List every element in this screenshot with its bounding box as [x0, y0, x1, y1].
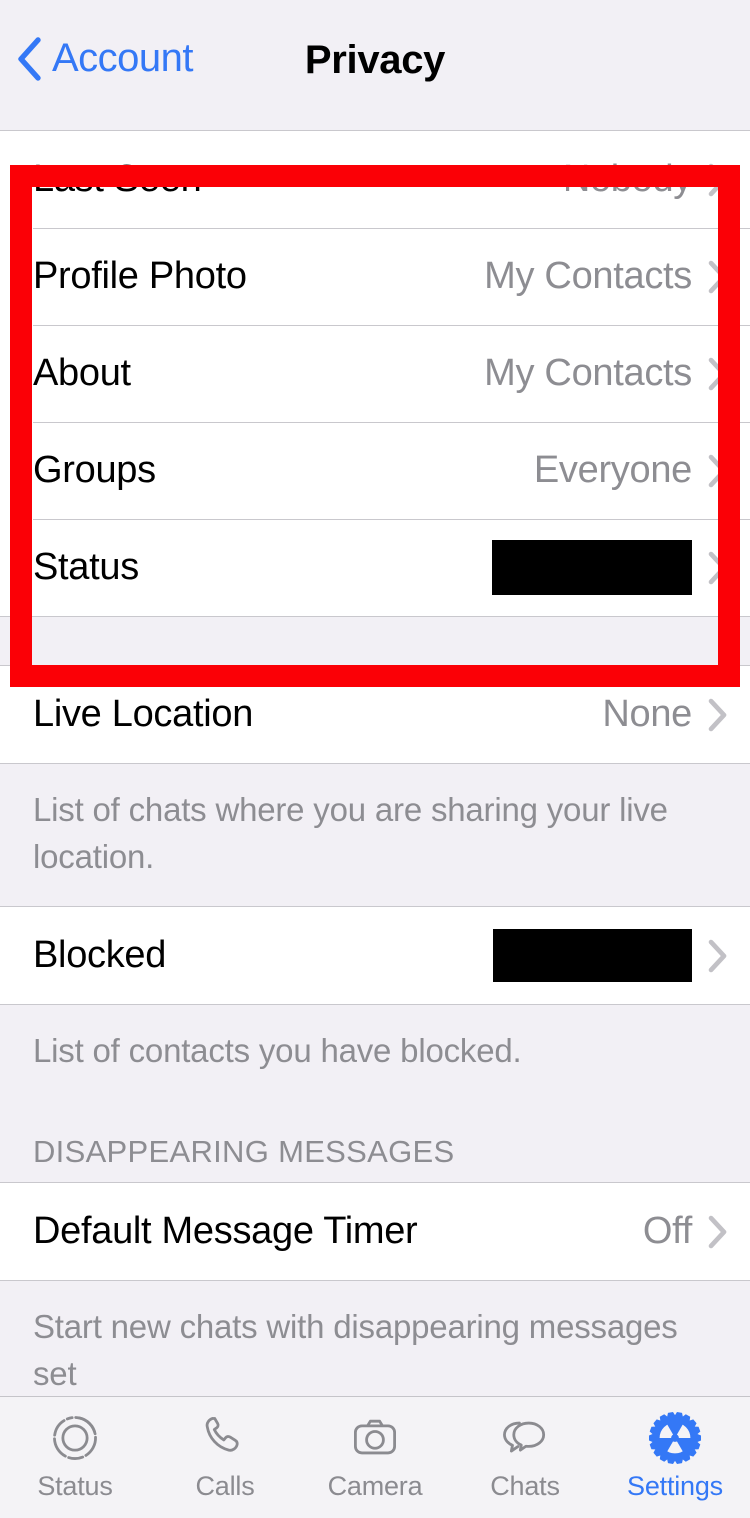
chevron-right-icon	[708, 1215, 727, 1248]
tab-icon-wrapper	[347, 1409, 403, 1467]
tab-chats[interactable]: Chats	[450, 1397, 600, 1502]
row-label: Blocked	[33, 934, 167, 976]
bottom-tab-bar: Status Calls Camera Chats Settings	[0, 1396, 750, 1518]
tab-status[interactable]: Status	[0, 1397, 150, 1502]
row-value: Everyone	[533, 449, 692, 491]
privacy-visibility-group: Last Seen Nobody Profile Photo My Contacts A…	[0, 130, 750, 617]
navigation-bar: Account Privacy	[0, 0, 750, 130]
row-about[interactable]: About My Contacts	[0, 325, 750, 422]
tab-icon-wrapper	[47, 1409, 103, 1467]
row-default-message-timer[interactable]: Default Message Timer Off	[0, 1183, 750, 1280]
status-ring-icon	[53, 1416, 97, 1460]
row-value: My Contacts	[484, 352, 692, 394]
phone-handset-icon	[205, 1416, 239, 1452]
settings-scroll-area[interactable]: Last Seen Nobody Profile Photo My Contacts A…	[0, 130, 750, 1518]
disappearing-messages-header: DISAPPEARING MESSAGES	[0, 1100, 750, 1182]
row-live-location[interactable]: Live Location None	[0, 666, 750, 763]
blocked-footnote: List of contacts you have blocked.	[0, 1005, 750, 1100]
row-label: Groups	[33, 449, 156, 491]
row-value: My Contacts	[484, 255, 692, 297]
chevron-right-icon	[708, 698, 727, 731]
live-location-group: Live Location None	[0, 665, 750, 764]
row-profile-photo[interactable]: Profile Photo My Contacts	[0, 228, 750, 325]
row-label: About	[33, 352, 131, 394]
live-location-footnote: List of chats where you are sharing your…	[0, 764, 750, 907]
tab-label: Calls	[195, 1471, 255, 1501]
row-value: Nobody	[562, 158, 692, 200]
tab-icon-wrapper	[197, 1409, 253, 1467]
tab-icon-wrapper	[497, 1409, 553, 1467]
tab-label: Camera	[327, 1471, 423, 1501]
chevron-right-icon	[708, 357, 727, 390]
row-label: Default Message Timer	[33, 1210, 418, 1252]
tab-label: Settings	[627, 1471, 723, 1501]
redaction-bar-blocked	[493, 929, 692, 982]
chat-bubbles-icon	[503, 1421, 546, 1453]
row-label: Live Location	[33, 693, 254, 735]
chevron-right-icon	[708, 551, 727, 584]
tab-label: Status	[37, 1471, 113, 1501]
row-label: Last Seen	[33, 158, 202, 200]
chevron-right-icon	[708, 260, 727, 293]
tab-label: Chats	[490, 1471, 560, 1501]
redaction-bar-status	[492, 540, 692, 595]
row-last-seen[interactable]: Last Seen Nobody	[0, 131, 750, 228]
chevron-right-icon	[708, 163, 727, 196]
blocked-group: Blocked	[0, 907, 750, 1005]
tab-settings[interactable]: Settings	[600, 1397, 750, 1502]
row-blocked[interactable]: Blocked	[0, 907, 750, 1004]
chevron-right-icon	[708, 939, 727, 972]
row-value: None	[602, 693, 692, 735]
row-groups[interactable]: Groups Everyone	[0, 422, 750, 519]
privacy-settings-screen: Account Privacy Last Seen Nobody Profile P…	[0, 0, 750, 1518]
tab-camera[interactable]: Camera	[300, 1397, 450, 1502]
camera-icon	[354, 1419, 396, 1455]
page-title: Privacy	[304, 38, 446, 82]
tab-calls[interactable]: Calls	[150, 1397, 300, 1502]
tab-icon-wrapper	[647, 1409, 703, 1467]
row-value: Off	[642, 1210, 692, 1252]
section-gap	[0, 617, 750, 665]
row-label: Profile Photo	[33, 255, 247, 297]
disappearing-messages-group: Default Message Timer Off	[0, 1182, 750, 1281]
chevron-right-icon	[708, 454, 727, 487]
gear-icon	[648, 1411, 702, 1465]
row-label: Status	[33, 546, 139, 588]
row-status[interactable]: Status	[0, 519, 750, 616]
